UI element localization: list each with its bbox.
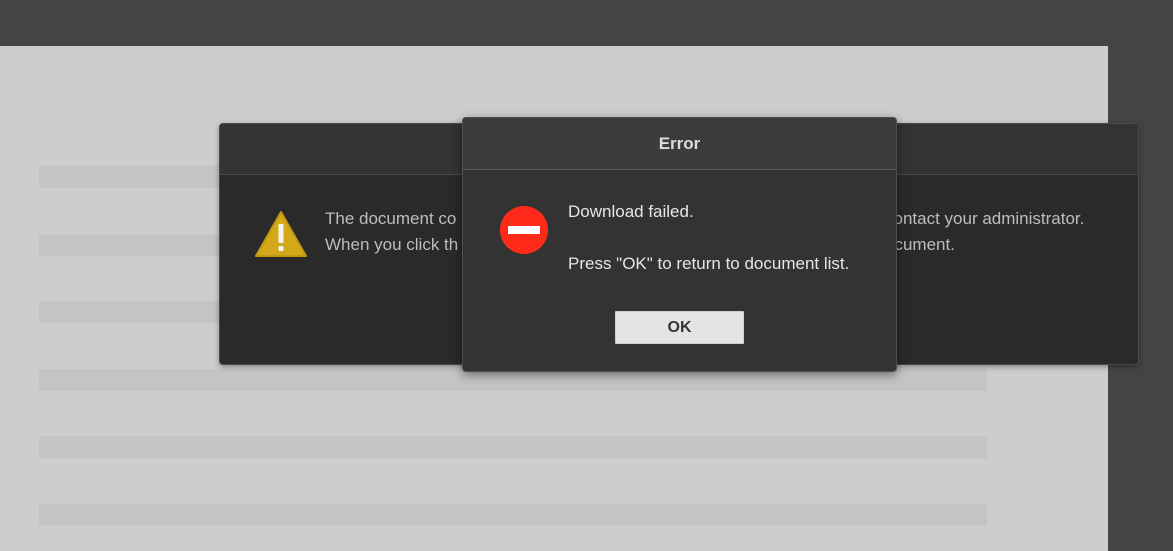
error-message-secondary: Press "OK" to return to document list. [568, 254, 850, 273]
document-text-line [39, 436, 987, 458]
document-text-line [39, 369, 987, 391]
warning-message-line: contact your administrator. [885, 209, 1085, 228]
ok-button[interactable]: OK [615, 311, 744, 344]
warning-message-line: ocument. [885, 235, 955, 254]
warning-message-line: The document co [325, 209, 457, 228]
error-message-primary: Download failed. [568, 202, 694, 221]
error-stop-icon [500, 206, 548, 254]
warning-triangle-icon [255, 211, 307, 257]
warning-message-right: contact your administrator. ocument. [885, 206, 1084, 258]
warning-message-left: The document co When you click th [325, 206, 458, 258]
document-text-line [39, 504, 987, 526]
error-dialog-header: Error [463, 118, 896, 170]
error-dialog: Error Download failed. Press "OK" to ret… [462, 117, 897, 372]
top-toolbar [0, 0, 1173, 46]
error-dialog-title: Error [658, 133, 701, 153]
warning-message-line: When you click th [325, 235, 459, 254]
